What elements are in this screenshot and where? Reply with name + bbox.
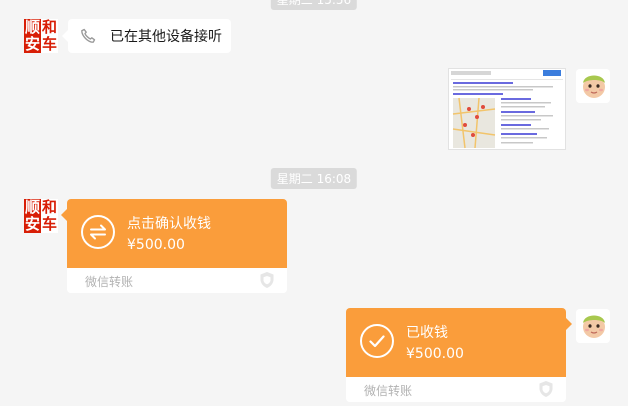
- baby-avatar-image: [576, 309, 610, 343]
- logo-char: 和: [41, 18, 58, 36]
- shield-icon: [260, 272, 274, 288]
- image-message[interactable]: [448, 68, 566, 150]
- logo-char: 安: [24, 35, 41, 53]
- user-avatar[interactable]: [576, 309, 610, 343]
- logo-char: 和: [41, 198, 58, 216]
- logo-char: 安: [24, 215, 41, 233]
- transfer-card-header: 点击确认收钱 ¥500.00: [67, 199, 287, 268]
- checkmark-icon: [360, 324, 394, 358]
- transfer-incoming-card[interactable]: 点击确认收钱 ¥500.00 微信转账: [67, 199, 287, 293]
- transfer-card-footer: 微信转账: [67, 268, 287, 293]
- transfer-footer-label: 微信转账: [85, 275, 134, 289]
- transfer-received-wrapper: 已收钱 ¥500.00 微信转账: [346, 308, 572, 402]
- logo-char: 顺: [24, 198, 41, 216]
- transfer-received-card[interactable]: 已收钱 ¥500.00 微信转账: [346, 308, 566, 402]
- transfer-amount: ¥500.00: [127, 237, 185, 253]
- call-message[interactable]: 已在其他设备接听: [62, 19, 231, 53]
- transfer-card-footer: 微信转账: [346, 377, 566, 402]
- shield-icon: [539, 381, 553, 397]
- transfer-amount: ¥500.00: [406, 346, 464, 362]
- logo-char: 车: [41, 35, 58, 53]
- timestamp-middle: 星期二 16:08: [270, 168, 358, 189]
- call-message-text: 已在其他设备接听: [110, 29, 222, 45]
- timestamp-top: 星期二 15:56: [270, 0, 358, 10]
- transfer-card-header: 已收钱 ¥500.00: [346, 308, 566, 377]
- transfer-arrows-icon: [81, 215, 115, 249]
- logo-char: 车: [41, 215, 58, 233]
- transfer-footer-label: 微信转账: [364, 384, 413, 398]
- transfer-title: 点击确认收钱: [127, 216, 211, 232]
- phone-icon: [81, 28, 96, 43]
- transfer-title: 已收钱: [406, 325, 448, 341]
- sender-avatar[interactable]: 顺 和 安 车: [24, 19, 58, 53]
- baby-avatar-image: [576, 69, 610, 103]
- user-avatar[interactable]: [576, 69, 610, 103]
- sender-avatar[interactable]: 顺 和 安 车: [24, 199, 58, 233]
- map-screenshot-thumbnail: [449, 69, 565, 149]
- logo-char: 顺: [24, 18, 41, 36]
- transfer-incoming-wrapper: 点击确认收钱 ¥500.00 微信转账: [61, 199, 287, 293]
